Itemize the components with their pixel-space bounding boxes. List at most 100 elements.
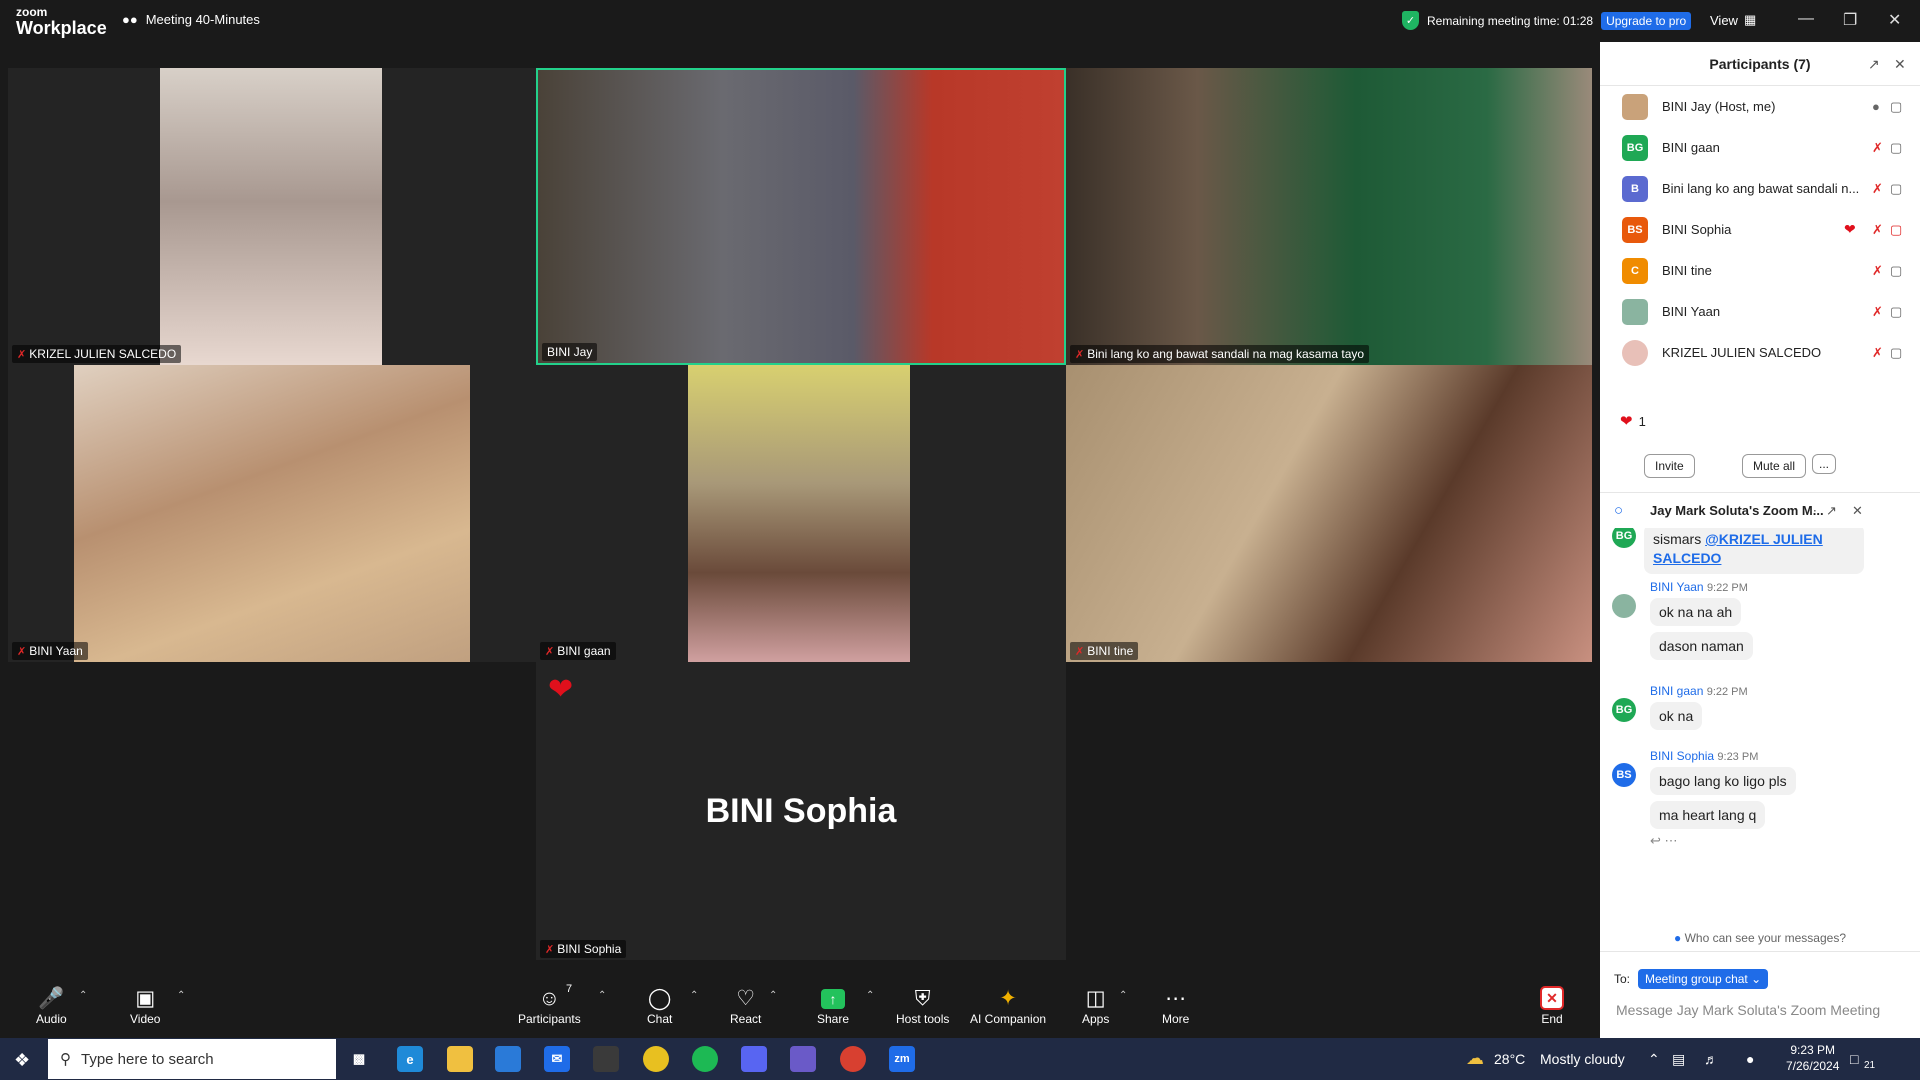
invite-button[interactable]: Invite	[1644, 454, 1695, 478]
participant-name: BINI Jay (Host, me)	[1662, 99, 1776, 114]
windows-start-icon[interactable]: ❖	[14, 1050, 30, 1071]
mute-all-button[interactable]: Mute all	[1742, 454, 1807, 478]
chat-button[interactable]: ◯ Chat	[647, 986, 672, 1026]
participant-row[interactable]: KRIZEL JULIEN SALCEDO ✗ ▢	[1600, 332, 1920, 373]
participant-name: BINI gaan	[1662, 140, 1720, 155]
ai-companion-button[interactable]: ✦ AI Companion	[970, 986, 1046, 1026]
restore-icon[interactable]: ❐	[1843, 10, 1857, 30]
system-clock[interactable]: 9:23 PM 7/26/2024	[1786, 1042, 1839, 1074]
video-caret-icon[interactable]: ⌃	[177, 990, 185, 1001]
zoom-icon[interactable]: zm	[889, 1046, 915, 1072]
participant-row[interactable]: BS BINI Sophia ❤ ✗ ▢	[1600, 209, 1920, 250]
muted-mic-icon[interactable]: ✗	[1872, 140, 1883, 156]
discord-icon[interactable]	[741, 1046, 767, 1072]
who-can-see[interactable]: ● Who can see your messages?	[1600, 931, 1920, 952]
participant-name-label: ✗ KRIZEL JULIEN SALCEDO	[12, 345, 182, 363]
camera-icon[interactable]: ▢	[1890, 181, 1902, 197]
meeting-info[interactable]: ●● Meeting 40-Minutes	[122, 12, 260, 27]
chevron-down-icon: ⌄	[1751, 972, 1762, 986]
edge-icon[interactable]: e	[397, 1046, 423, 1072]
muted-mic-icon[interactable]: ✗	[1872, 304, 1883, 320]
temperature[interactable]: 28°C	[1494, 1051, 1525, 1067]
message-input[interactable]: Message Jay Mark Soluta's Zoom Meeting	[1616, 1002, 1880, 1018]
message-actions[interactable]: ↩ ⋯	[1650, 833, 1796, 849]
video-tile-bini-tine[interactable]: ✗ BINI tine	[1066, 365, 1592, 662]
video-tile-bini-sophia[interactable]: ❤ BINI Sophia ✗ BINI Sophia	[536, 662, 1066, 960]
mic-icon[interactable]: ●	[1872, 99, 1880, 114]
more-button[interactable]: ⋯ More	[1162, 986, 1189, 1026]
close-panel-icon[interactable]: ✕	[1894, 56, 1906, 73]
weather-text[interactable]: Mostly cloudy	[1540, 1051, 1625, 1067]
task-view-icon[interactable]: ▩	[346, 1046, 372, 1072]
close-chat-icon[interactable]: ✕	[1852, 503, 1863, 519]
taskbar-search[interactable]: ⚲ Type here to search	[48, 1039, 336, 1079]
end-button[interactable]: ✕ End	[1540, 986, 1564, 1026]
muted-mic-icon[interactable]: ✗	[1872, 263, 1883, 279]
share-caret-icon[interactable]: ⌃	[866, 990, 874, 1001]
apps-caret-icon[interactable]: ⌃	[1119, 990, 1127, 1001]
message-bubble: sismars @KRIZEL JULIEN SALCEDO	[1644, 528, 1864, 574]
popout-icon[interactable]: ↗	[1868, 56, 1880, 73]
minimize-icon[interactable]: —	[1798, 10, 1814, 28]
host-tools-button[interactable]: ⛨ Host tools	[896, 986, 949, 1026]
camera-icon[interactable]: ▢	[1890, 345, 1902, 361]
chrome-profile-icon[interactable]	[840, 1046, 866, 1072]
camera-off-icon[interactable]: ▢	[1890, 222, 1902, 238]
participant-row[interactable]: C BINI tine ✗ ▢	[1600, 250, 1920, 291]
audio-button[interactable]: 🎤 Audio	[36, 986, 67, 1026]
volume-icon[interactable]: ♬	[1704, 1051, 1718, 1067]
video-tile-bini-yaan[interactable]: ✗ BINI Yaan	[8, 365, 536, 662]
video-tile-bini-lang[interactable]: ✗ Bini lang ko ang bawat sandali na mag k…	[1066, 68, 1592, 365]
notification-icon[interactable]: □	[1850, 1051, 1858, 1067]
host-tools-label: Host tools	[896, 1012, 950, 1026]
share-button[interactable]: ↑ Share	[817, 986, 849, 1026]
chevron-up-icon[interactable]: ⌃	[1648, 1051, 1660, 1068]
camera-icon[interactable]: ▢	[1890, 263, 1902, 279]
video-tile-bini-jay[interactable]: BINI Jay	[536, 68, 1066, 365]
participant-name-label: ✗ BINI Yaan	[12, 642, 88, 660]
mic-tray-icon[interactable]: ●	[1746, 1051, 1754, 1067]
file-explorer-icon[interactable]	[447, 1046, 473, 1072]
spotify-icon[interactable]	[692, 1046, 718, 1072]
apps-button[interactable]: ◫ Apps	[1082, 986, 1109, 1026]
app-icon[interactable]	[790, 1046, 816, 1072]
participant-row[interactable]: BINI Yaan ✗ ▢	[1600, 291, 1920, 332]
chat-caret-icon[interactable]: ⌃	[690, 990, 698, 1001]
participants-label: Participants	[518, 1012, 581, 1026]
video-button[interactable]: ▣ Video	[130, 986, 160, 1026]
message-text: ok na na ah	[1650, 598, 1742, 626]
muted-mic-icon[interactable]: ✗	[1872, 181, 1883, 197]
network-icon[interactable]: ▤	[1672, 1051, 1685, 1068]
heart-icon: ❤	[1620, 413, 1633, 430]
video-tile-krizel[interactable]: ✗ KRIZEL JULIEN SALCEDO	[8, 68, 536, 365]
camera-icon[interactable]: ▢	[1890, 304, 1902, 320]
participant-row[interactable]: BG BINI gaan ✗ ▢	[1600, 127, 1920, 168]
muted-mic-icon[interactable]: ✗	[1872, 222, 1883, 238]
chat-messages: BG sismars @KRIZEL JULIEN SALCEDO BINI Y…	[1600, 528, 1920, 928]
participant-row[interactable]: B Bini lang ko ang bawat sandali n... ✗ …	[1600, 168, 1920, 209]
more-icon[interactable]: ⋯	[1804, 503, 1817, 519]
view-button[interactable]: View ▦	[1710, 12, 1756, 28]
recipient-dropdown[interactable]: Meeting group chat ⌄	[1638, 969, 1769, 989]
mail-icon[interactable]: ✉	[544, 1046, 570, 1072]
react-button[interactable]: ♡ React	[730, 986, 761, 1026]
participants-caret-icon[interactable]: ⌃	[598, 990, 606, 1001]
more-options-button[interactable]: ...	[1812, 454, 1837, 474]
camera-icon[interactable]: ▢	[1890, 99, 1902, 115]
audio-caret-icon[interactable]: ⌃	[79, 990, 87, 1001]
close-window-icon[interactable]: ✕	[1888, 10, 1901, 30]
react-caret-icon[interactable]: ⌃	[769, 990, 777, 1001]
popout-icon[interactable]: ↗	[1826, 503, 1837, 519]
tile-name: BINI tine	[1087, 644, 1134, 658]
upgrade-button[interactable]: Upgrade to pro	[1601, 11, 1692, 30]
message-sender: BINI Sophia 9:23 PM	[1650, 749, 1796, 763]
chat-header: ○ Jay Mark Soluta's Zoom M... ⋯ ↗ ✕	[1600, 492, 1920, 528]
muted-mic-icon[interactable]: ✗	[1872, 345, 1883, 361]
chrome-icon[interactable]	[643, 1046, 669, 1072]
store-icon[interactable]	[495, 1046, 521, 1072]
participant-row[interactable]: BINI Jay (Host, me) ● ▢	[1600, 86, 1920, 127]
avatar: C	[1622, 257, 1648, 284]
app-icon[interactable]	[593, 1046, 619, 1072]
camera-icon[interactable]: ▢	[1890, 140, 1902, 156]
video-tile-bini-gaan[interactable]: ✗ BINI gaan	[536, 365, 1066, 662]
